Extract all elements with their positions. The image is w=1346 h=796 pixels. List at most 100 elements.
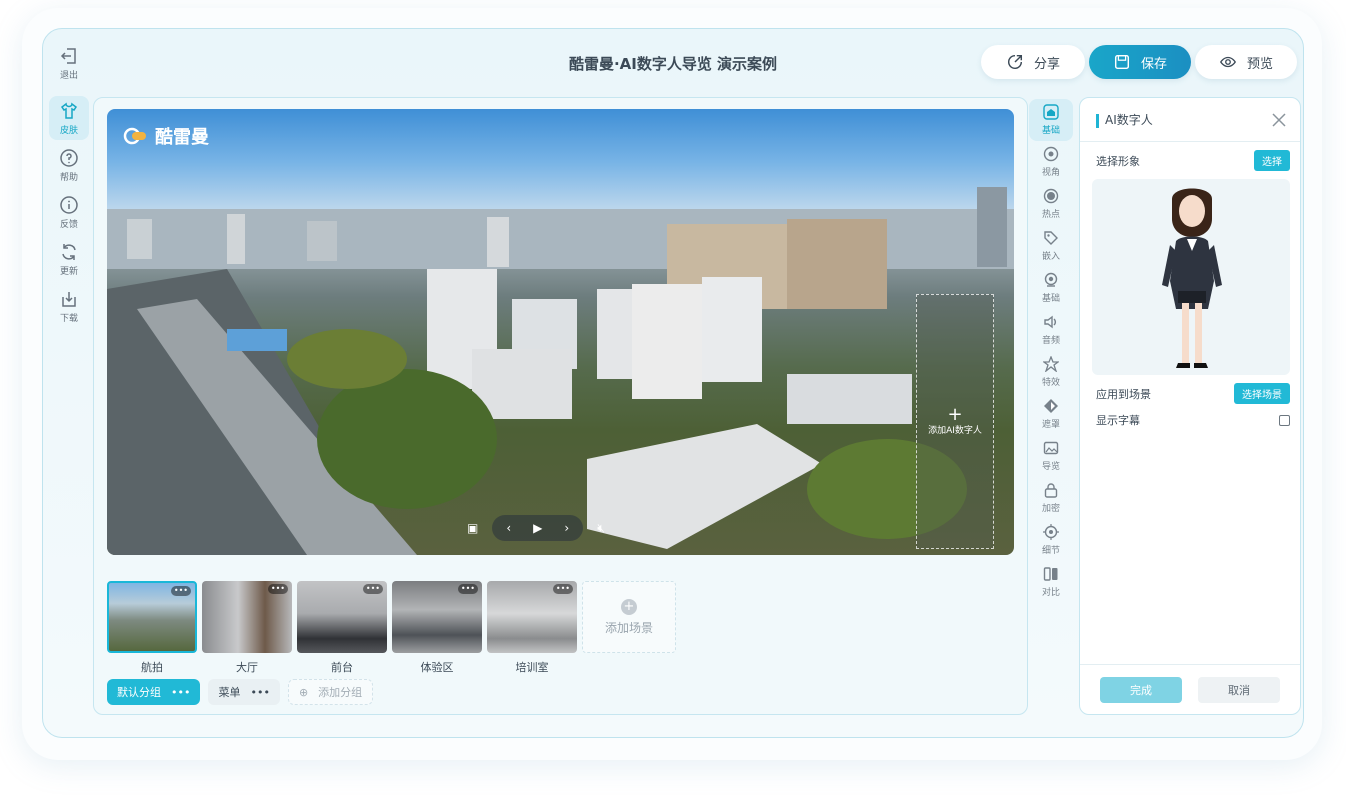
tool-hotspot[interactable]: 热点 (1029, 183, 1073, 225)
tool-label: 音频 (1041, 336, 1060, 346)
done-button[interactable]: 完成 (1100, 676, 1182, 703)
tool-effects[interactable]: 特效 (1029, 351, 1073, 393)
tool-embed[interactable]: 嵌入 (1029, 225, 1073, 267)
tool-basic[interactable]: 基础 (1029, 99, 1073, 141)
tool-basic-2[interactable]: 基础 (1029, 267, 1073, 309)
scene-label: 航拍 (141, 661, 163, 674)
shirt-icon (60, 102, 78, 119)
tool-label: 基础 (1041, 294, 1060, 304)
select-image-row: 选择形象 选择 (1080, 150, 1300, 171)
tool-detail[interactable]: 细节 (1029, 519, 1073, 561)
apply-scene-row: 应用到场景 选择场景 (1080, 383, 1300, 404)
scene-strip: ••• 航拍 ••• 大厅 ••• 前台 ••• 体验区 ••• 培训室 + 添… (107, 581, 676, 675)
prev-icon[interactable]: ‹ (506, 521, 511, 535)
group-menu[interactable]: 菜单 ••• (208, 679, 280, 705)
subtitle-checkbox[interactable] (1279, 414, 1290, 426)
speaker-icon (1044, 315, 1056, 329)
exit-button[interactable]: 退出 (49, 41, 89, 85)
hotspot-icon (1043, 188, 1059, 204)
nav-label: 反馈 (59, 219, 78, 230)
tool-label: 视角 (1041, 168, 1060, 178)
select-image-button[interactable]: 选择 (1254, 150, 1290, 171)
next-icon[interactable]: › (564, 521, 569, 535)
save-icon (1114, 54, 1130, 70)
scene-thumb[interactable]: ••• 体验区 (392, 581, 482, 675)
digital-human-figure (1162, 188, 1222, 368)
brand-logo: 酷雷曼 (123, 123, 209, 149)
tool-label: 遮罩 (1041, 420, 1060, 430)
nav-item-update[interactable]: 更新 (49, 237, 89, 281)
compare-icon (1043, 567, 1058, 581)
add-ai-label: 添加AI数字人 (928, 426, 982, 436)
tool-label: 对比 (1041, 588, 1060, 598)
choose-scene-button[interactable]: 选择场景 (1234, 383, 1290, 404)
scene-image: ••• (392, 581, 482, 653)
ai-avatar-panel: AI数字人 选择形象 选择 应用到场景 选择场景 显示字幕 完成 取消 (1079, 97, 1301, 715)
close-icon[interactable] (1272, 112, 1286, 127)
more-icon[interactable]: ••• (267, 584, 288, 594)
scene-image: ••• (202, 581, 292, 653)
tool-label: 细节 (1041, 546, 1060, 556)
group-default[interactable]: 默认分组 ••• (107, 679, 201, 705)
add-scene-button[interactable]: + 添加场景 (582, 581, 676, 653)
more-icon[interactable]: ••• (457, 584, 478, 594)
scene-label: 体验区 (420, 661, 454, 674)
share-button[interactable]: 分享 (981, 45, 1085, 79)
scene-thumb[interactable]: ••• 航拍 (107, 581, 197, 675)
download-icon (62, 291, 76, 307)
more-icon[interactable]: ••• (250, 686, 269, 699)
nav-item-help[interactable]: 帮助 (49, 143, 89, 187)
mute-icon[interactable]: 🔇︎ (597, 521, 605, 536)
nav-item-feedback[interactable]: 反馈 (49, 190, 89, 234)
tag-icon (1044, 231, 1058, 245)
camera-icon (1044, 272, 1058, 287)
cancel-button[interactable]: 取消 (1198, 676, 1280, 703)
subtitle-label: 显示字幕 (1096, 414, 1140, 427)
tool-label: 嵌入 (1041, 252, 1060, 262)
save-button[interactable]: 保存 (1089, 45, 1191, 79)
tool-encrypt[interactable]: 加密 (1029, 477, 1073, 519)
add-group-button[interactable]: ⊕ 添加分组 (287, 679, 374, 705)
scene-thumb[interactable]: ••• 大厅 (202, 581, 292, 675)
panorama-viewer[interactable]: 酷雷曼 + 添加AI数字人 ▣ ‹ ▶ › 🔇︎ (107, 109, 1014, 555)
scene-thumb[interactable]: ••• 培训室 (487, 581, 577, 675)
add-scene-label: 添加场景 (604, 620, 653, 635)
tool-rail: 基础 视角 热点 嵌入 基础 音频 特效 遮罩 导览 加密 细节 对比 (1029, 99, 1073, 603)
tool-label: 特效 (1041, 378, 1060, 388)
viewer-controls: ▣ ‹ ▶ › 🔇︎ (467, 514, 605, 542)
tool-compare[interactable]: 对比 (1029, 561, 1073, 603)
tool-view[interactable]: 视角 (1029, 141, 1073, 183)
refresh-icon (62, 243, 76, 260)
scene-thumb[interactable]: ••• 前台 (297, 581, 387, 675)
tool-audio[interactable]: 音频 (1029, 309, 1073, 351)
title-accent-bar (1096, 113, 1099, 128)
editor-main: 酷雷曼 + 添加AI数字人 ▣ ‹ ▶ › 🔇︎ ••• 航拍 ••• 大厅 •… (93, 97, 1028, 715)
plus-icon: + (621, 598, 637, 615)
more-icon[interactable]: ••• (170, 586, 191, 596)
group-tabs: 默认分组 ••• 菜单 ••• ⊕ 添加分组 (107, 679, 374, 705)
add-ai-avatar-slot[interactable]: + 添加AI数字人 (916, 294, 994, 549)
more-icon[interactable]: ••• (171, 686, 190, 699)
tool-mask[interactable]: 遮罩 (1029, 393, 1073, 435)
left-nav: 退出 皮肤 帮助 反馈 更新 下载 (49, 41, 93, 331)
more-icon[interactable]: ••• (552, 584, 573, 594)
nav-item-download[interactable]: 下载 (49, 284, 89, 328)
more-icon[interactable]: ••• (362, 584, 383, 594)
brand-name: 酷雷曼 (155, 127, 209, 148)
home-icon (1043, 104, 1059, 120)
panel-footer: 完成 取消 (1080, 664, 1300, 714)
scene-image: ••• (107, 581, 197, 653)
play-icon[interactable]: ▶ (533, 521, 542, 535)
nav-item-skin[interactable]: 皮肤 (49, 96, 89, 140)
nav-label: 帮助 (59, 172, 78, 183)
preview-button[interactable]: 预览 (1195, 45, 1297, 79)
lock-icon (1044, 483, 1058, 498)
tool-guide[interactable]: 导览 (1029, 435, 1073, 477)
tool-label: 加密 (1041, 504, 1060, 514)
tool-label: 热点 (1041, 210, 1060, 220)
apply-label: 应用到场景 (1096, 387, 1151, 401)
help-icon (60, 148, 78, 167)
exit-icon (60, 47, 76, 64)
info-icon (60, 195, 78, 214)
image-icon[interactable]: ▣ (467, 521, 478, 535)
